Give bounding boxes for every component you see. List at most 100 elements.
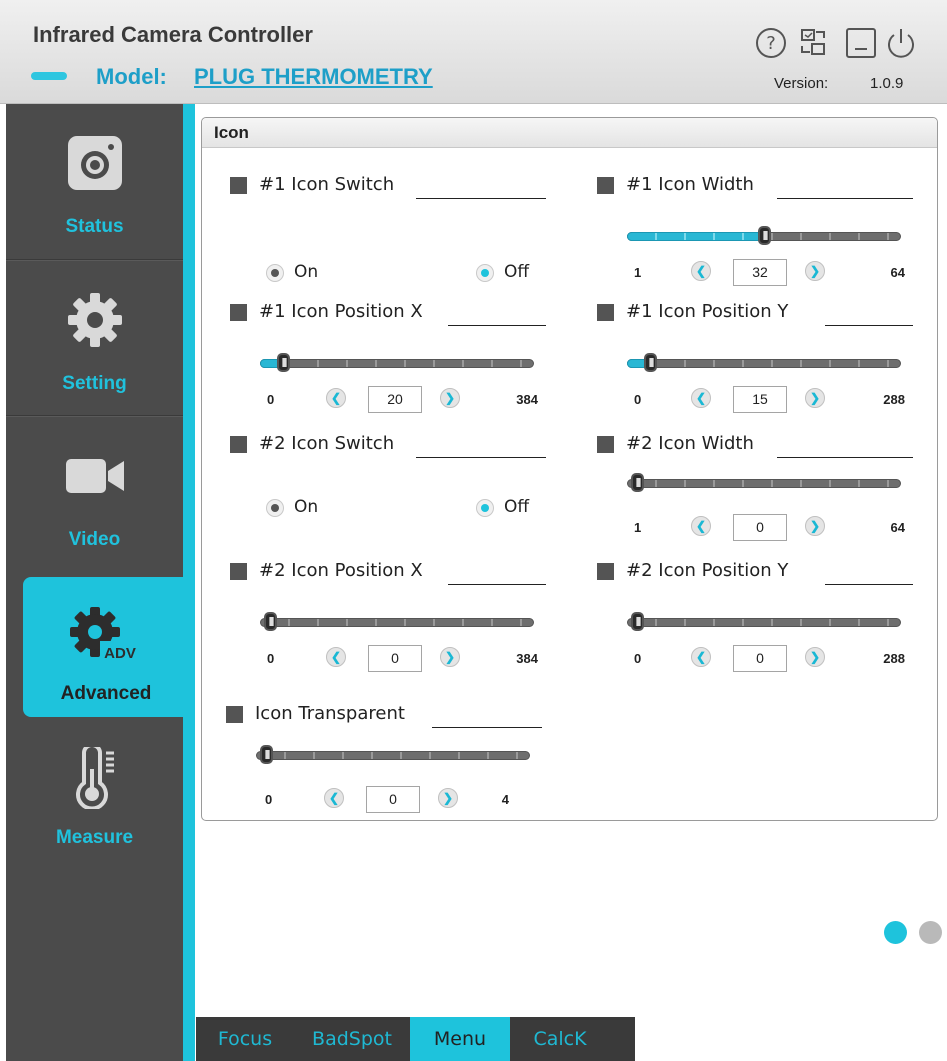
increment-button[interactable]	[438, 788, 458, 808]
tab-calck[interactable]: CalcK	[510, 1017, 610, 1061]
control-label: Icon Transparent	[255, 703, 405, 724]
gear-icon	[67, 293, 122, 347]
label-underline	[448, 584, 546, 585]
increment-button[interactable]	[805, 261, 825, 281]
value-input[interactable]: 0	[366, 786, 420, 813]
minimize-icon[interactable]	[844, 26, 878, 60]
sidebar-item-setting[interactable]: Setting	[6, 261, 183, 416]
power-icon[interactable]	[884, 26, 918, 60]
radio-label: Off	[504, 497, 530, 517]
radio-group: On Off	[254, 262, 544, 287]
value-input[interactable]: 32	[733, 259, 787, 286]
slider-track	[256, 751, 530, 760]
range-min: 0	[265, 792, 273, 807]
value-slider[interactable]	[256, 745, 530, 764]
radio-dot	[266, 264, 284, 282]
radio-dot	[476, 264, 494, 282]
range-min: 0	[267, 392, 275, 407]
panel-title: Icon	[214, 123, 249, 142]
model-status-indicator	[31, 72, 67, 80]
decrement-button[interactable]	[691, 388, 711, 408]
value-input[interactable]: 20	[368, 386, 422, 413]
sidebar-item-status[interactable]: Status	[6, 104, 183, 259]
gear-adv-icon: ADV	[70, 607, 140, 662]
slider-thumb[interactable]	[757, 226, 771, 245]
model-link[interactable]: PLUG THERMOMETRY	[194, 64, 433, 90]
page-dot[interactable]	[919, 921, 942, 944]
decrement-button[interactable]	[691, 516, 711, 536]
increment-button[interactable]	[440, 647, 460, 667]
slider-thumb[interactable]	[631, 612, 644, 631]
tab-menu[interactable]: Menu	[410, 1017, 510, 1061]
decrement-button[interactable]	[691, 647, 711, 667]
sidebar-item-label: Video	[68, 529, 121, 550]
slider-thumb[interactable]	[631, 473, 644, 492]
increment-button[interactable]	[440, 388, 460, 408]
enable-checkbox[interactable]	[230, 563, 247, 580]
video-camera-icon	[65, 459, 124, 493]
value-slider[interactable]	[627, 473, 901, 492]
sidebar-item-measure[interactable]: Measure	[6, 727, 183, 882]
decrement-button[interactable]	[324, 788, 344, 808]
icon2-position-x-control: #2 Icon Position X 0 0 384	[230, 560, 550, 683]
increment-button[interactable]	[805, 647, 825, 667]
slider-fill	[627, 232, 764, 241]
value-input[interactable]: 0	[733, 645, 787, 672]
increment-button[interactable]	[805, 516, 825, 536]
range-max: 288	[883, 651, 905, 666]
decrement-button[interactable]	[326, 388, 346, 408]
value-input[interactable]: 15	[733, 386, 787, 413]
slider-thumb[interactable]	[264, 612, 277, 631]
value-slider[interactable]	[627, 353, 901, 372]
value-slider[interactable]	[627, 226, 901, 245]
icon1-width-control: #1 Icon Width 1 32 64	[597, 174, 917, 297]
version-value: 1.0.9	[870, 75, 904, 92]
thermometer-icon	[75, 747, 114, 809]
value-input[interactable]: 0	[368, 645, 422, 672]
sidebar-item-advanced[interactable]: ADV Advanced	[23, 577, 189, 717]
model-label: Model:	[96, 64, 167, 89]
tab-focus[interactable]: Focus	[196, 1017, 294, 1061]
device-sync-icon[interactable]	[796, 26, 830, 60]
help-icon[interactable]: ?	[754, 26, 788, 60]
value-input[interactable]: 0	[733, 514, 787, 541]
radio-dot	[476, 499, 494, 517]
enable-checkbox[interactable]	[230, 436, 247, 453]
value-slider[interactable]	[627, 612, 901, 631]
title-bar: Infrared Camera Controller Model: PLUG T…	[0, 0, 947, 104]
value-slider[interactable]	[260, 353, 534, 372]
decrement-button[interactable]	[326, 647, 346, 667]
label-underline	[777, 457, 913, 458]
enable-checkbox[interactable]	[230, 177, 247, 194]
enable-checkbox[interactable]	[597, 304, 614, 321]
enable-checkbox[interactable]	[226, 706, 243, 723]
enable-checkbox[interactable]	[230, 304, 247, 321]
control-label: #2 Icon Width	[626, 433, 754, 454]
slider-track	[260, 359, 534, 368]
value-slider[interactable]	[260, 612, 534, 631]
slider-thumb[interactable]	[260, 745, 273, 764]
sidebar-item-label: Measure	[55, 827, 134, 848]
slider-thumb[interactable]	[644, 353, 658, 372]
label-underline	[825, 325, 913, 326]
range-min: 0	[634, 392, 642, 407]
tab-badspot[interactable]: BadSpot	[294, 1017, 410, 1061]
slider-thumb[interactable]	[277, 353, 291, 372]
app-title: Infrared Camera Controller	[33, 22, 313, 47]
control-label: #1 Icon Position Y	[626, 301, 789, 322]
decrement-button[interactable]	[691, 261, 711, 281]
range-min: 0	[267, 651, 275, 666]
increment-button[interactable]	[805, 388, 825, 408]
range-min: 1	[634, 520, 642, 535]
enable-checkbox[interactable]	[597, 177, 614, 194]
slider-track	[627, 479, 901, 488]
page-dot-active[interactable]	[884, 921, 907, 944]
sidebar-item-video[interactable]: Video	[6, 417, 183, 572]
icon2-width-control: #2 Icon Width 1 0 64	[597, 433, 917, 556]
icon-transparent-control: Icon Transparent 0 0 4	[226, 703, 546, 826]
enable-checkbox[interactable]	[597, 436, 614, 453]
version-label: Version:	[774, 75, 829, 92]
adv-badge: ADV	[104, 645, 136, 662]
enable-checkbox[interactable]	[597, 563, 614, 580]
range-max: 64	[890, 265, 905, 280]
